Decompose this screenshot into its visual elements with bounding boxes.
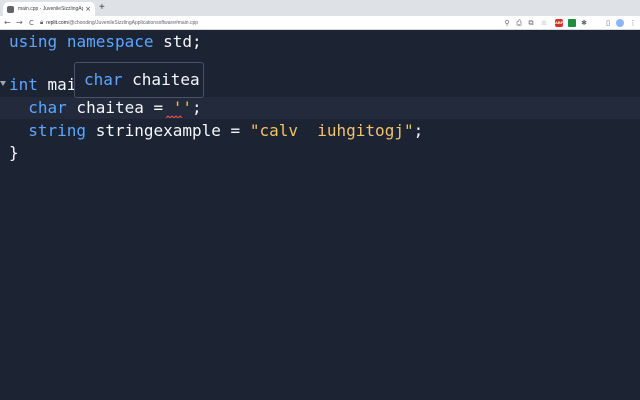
url-host: replit.com [46, 20, 68, 26]
new-tab-button[interactable]: + [99, 3, 105, 13]
extension-red-icon[interactable]: ABP [555, 19, 563, 27]
keyword-using: using [9, 32, 58, 51]
sidebar-icon[interactable]: ▯ [604, 19, 612, 27]
keyword-int: int [9, 75, 38, 94]
code-chaitea-decl: chaitea = [66, 98, 173, 117]
reload-button[interactable]: C [29, 18, 34, 28]
forward-button[interactable]: → [16, 18, 23, 28]
string-literal: "calv iuhgitogj" [249, 121, 414, 140]
code-main-partial: mai [37, 75, 77, 94]
semicolon: ; [413, 121, 424, 140]
extension-green-icon[interactable] [568, 19, 576, 27]
keyword-string: string [28, 121, 87, 140]
open-in-tab-icon[interactable]: ⧉ [527, 19, 535, 27]
url-path: /@chooding/JuvenileSizzlingApplicationso… [67, 20, 199, 26]
code-line-6: } [9, 142, 19, 164]
code-std: std; [153, 32, 202, 51]
keyword-namespace: namespace [66, 32, 154, 51]
error-squiggle [166, 115, 182, 118]
search-icon[interactable]: ⚲ [503, 19, 511, 27]
code-line-1: using namespace std; [9, 31, 202, 53]
tab-title: main.cpp - JuvenileSizzlingAp... [18, 6, 84, 12]
lock-icon: 🔒︎ [40, 19, 44, 26]
back-button[interactable]: ← [4, 18, 11, 28]
address-bar[interactable]: 🔒︎ replit.com /@chooding/JuvenileSizzlin… [40, 18, 502, 28]
tab-close-icon[interactable]: × [85, 5, 91, 13]
browser-tabstrip: main.cpp - JuvenileSizzlingAp... × + [0, 0, 640, 16]
tooltip-identifier: chaitea [122, 70, 200, 89]
closing-brace: } [9, 143, 19, 162]
profile-avatar-icon[interactable] [616, 19, 624, 27]
hover-tooltip: char chaitea [74, 62, 204, 98]
replit-favicon-icon [7, 5, 14, 13]
share-icon[interactable]: ⎙ [515, 19, 523, 27]
keyword-char: char [28, 98, 67, 117]
fold-arrow-icon[interactable] [0, 81, 6, 87]
tooltip-keyword-char: char [84, 70, 123, 89]
code-editor[interactable]: using namespace std; int mai char chaite… [0, 31, 640, 400]
menu-kebab-icon[interactable]: ⋮ [629, 19, 637, 27]
code-line-3: int mai [9, 74, 76, 96]
code-stringexample-decl: stringexample = [86, 121, 250, 140]
semicolon: ; [192, 98, 202, 117]
puzzle-extensions-icon[interactable]: ✱ [580, 19, 588, 27]
code-line-5: string stringexample = "calv iuhgitogj"; [9, 120, 423, 142]
browser-toolbar: ← → C 🔒︎ replit.com /@chooding/JuvenileS… [0, 16, 640, 30]
bookmark-star-icon[interactable]: ☆ [540, 19, 548, 27]
browser-tab-main-cpp[interactable]: main.cpp - JuvenileSizzlingAp... × [3, 2, 95, 16]
